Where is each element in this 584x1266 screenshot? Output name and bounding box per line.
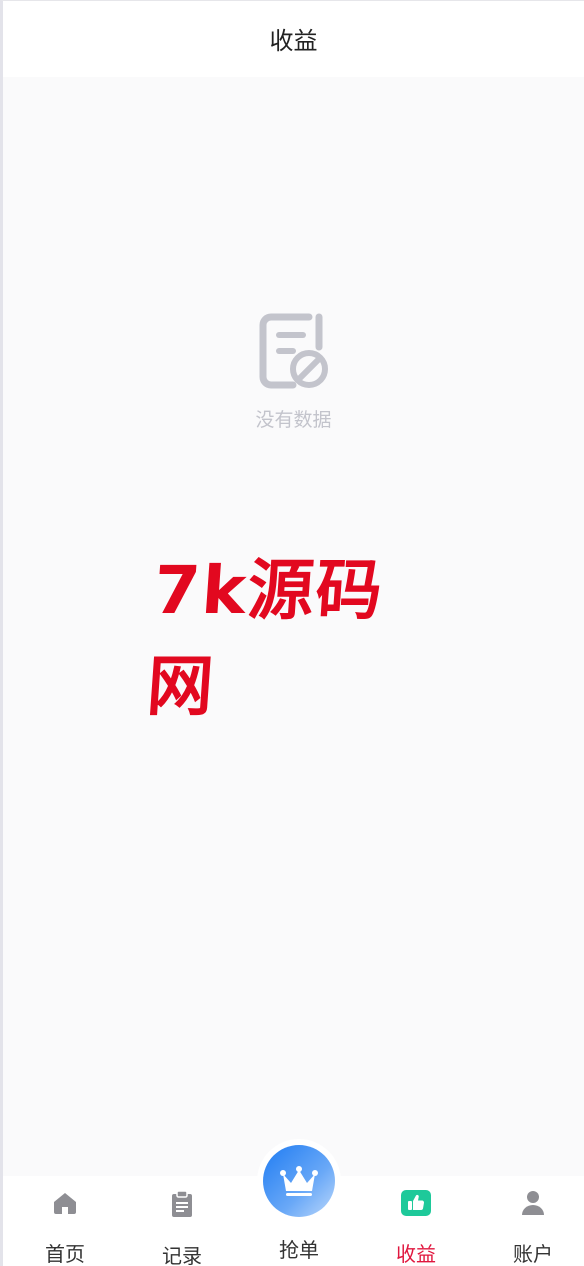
tab-records[interactable]: 记录	[124, 1176, 240, 1266]
clipboard-icon	[172, 1190, 192, 1217]
tab-account-label: 账户	[513, 1242, 553, 1266]
empty-state-text: 没有数据	[255, 409, 332, 431]
tab-home-label: 首页	[45, 1242, 85, 1266]
app-page: 收益 没有数据 7k源码网 首页 记录 收益 账户 抢单	[0, 0, 584, 1266]
user-icon	[522, 1191, 544, 1215]
header: 收益	[3, 1, 584, 77]
tab-records-label: 记录	[162, 1244, 202, 1266]
page-title: 收益	[269, 26, 318, 55]
tab-income-label: 收益	[396, 1242, 436, 1266]
empty-state: 没有数据	[3, 311, 584, 432]
thumbs-up-icon	[408, 1194, 425, 1211]
grab-order-label: 抢单	[279, 1238, 319, 1262]
tab-income[interactable]: 收益	[358, 1176, 474, 1266]
crown-icon	[280, 1166, 318, 1196]
tab-account[interactable]: 账户	[475, 1176, 584, 1266]
home-icon	[54, 1193, 76, 1214]
grab-order-button[interactable]	[257, 1139, 341, 1223]
watermark-text: 7k源码网	[144, 552, 387, 725]
tab-home[interactable]: 首页	[7, 1176, 123, 1266]
no-data-document-icon	[259, 313, 328, 389]
